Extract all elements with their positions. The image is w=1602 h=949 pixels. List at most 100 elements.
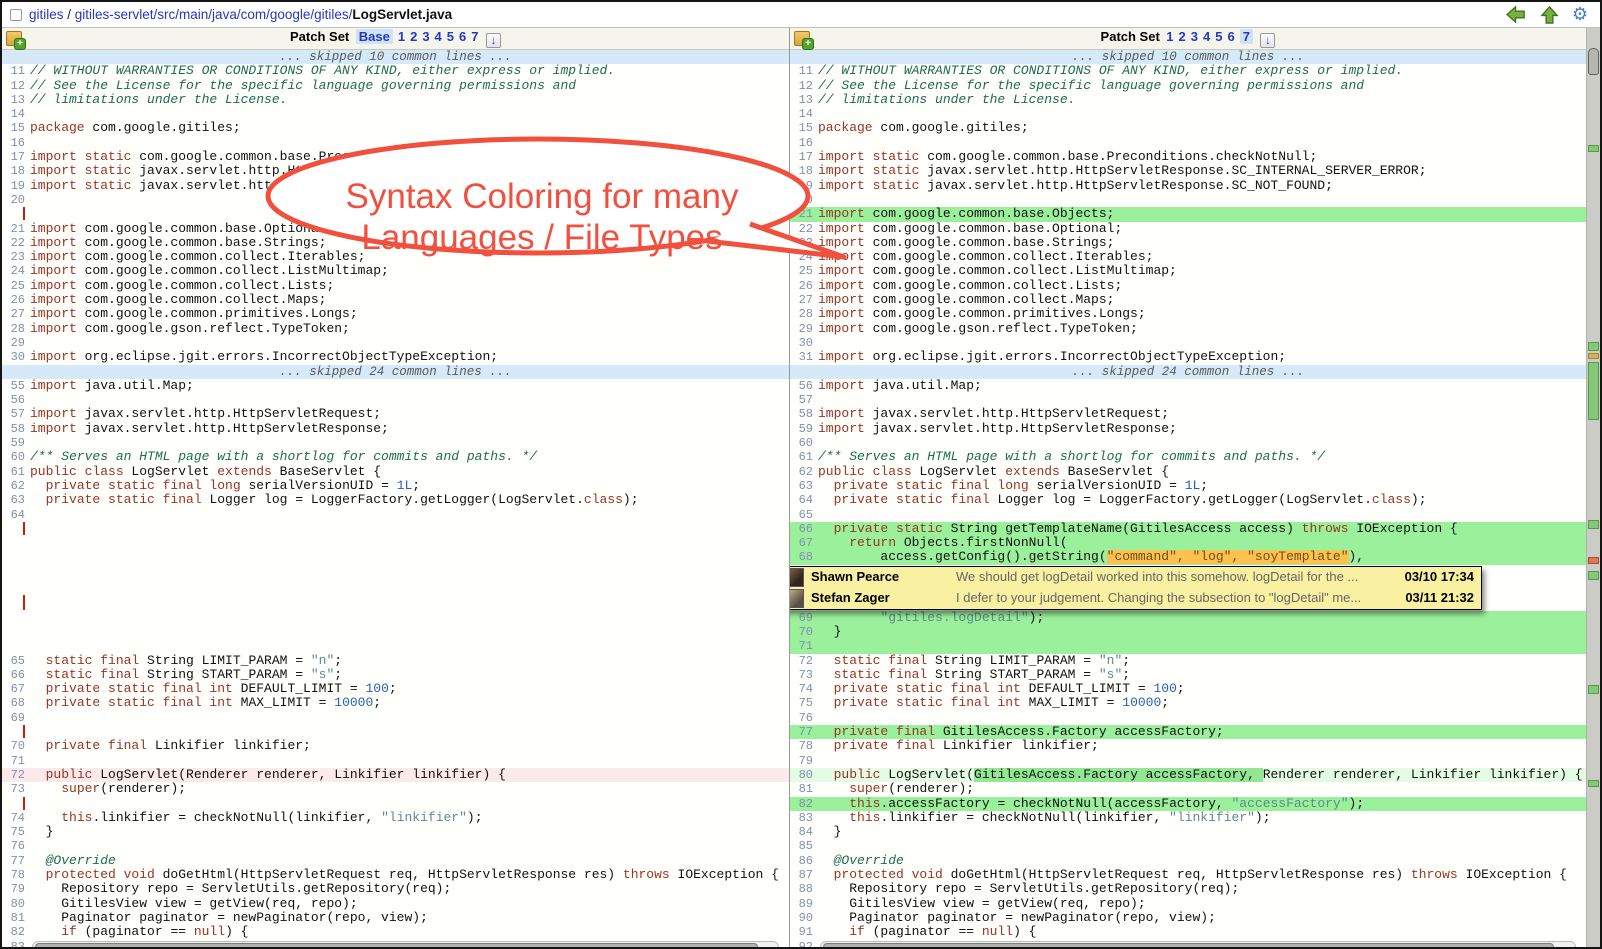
line-number[interactable]: 74	[790, 682, 818, 696]
line-number[interactable]: 72	[2, 768, 30, 782]
patchset-option-6[interactable]: 6	[1227, 29, 1234, 44]
line-number[interactable]: 18	[790, 164, 818, 178]
line-number[interactable]: 27	[790, 293, 818, 307]
line-number[interactable]: 58	[790, 407, 818, 421]
line-number[interactable]: 60	[790, 436, 818, 450]
line-number[interactable]: 14	[790, 107, 818, 121]
line-number[interactable]: 78	[2, 868, 30, 882]
line-number[interactable]: 80	[790, 768, 818, 782]
patchset-option-4[interactable]: 4	[1203, 29, 1210, 44]
line-number[interactable]: 77	[790, 725, 818, 739]
line-number[interactable]: 16	[2, 136, 30, 150]
patchset-option-4[interactable]: 4	[435, 29, 442, 44]
line-number[interactable]: 58	[2, 422, 30, 436]
line-number[interactable]: 21	[2, 222, 30, 236]
line-number[interactable]: 11	[790, 64, 818, 78]
download-patch-icon[interactable]	[1260, 33, 1275, 48]
comment-row[interactable]: Stefan ZagerI defer to your judgement. C…	[790, 588, 1481, 609]
line-number[interactable]: 64	[2, 508, 30, 522]
line-number[interactable]: 11	[2, 64, 30, 78]
line-number[interactable]: 24	[2, 264, 30, 278]
horizontal-scrollbar[interactable]	[32, 941, 779, 949]
line-number[interactable]: 65	[790, 508, 818, 522]
line-number[interactable]: 70	[2, 739, 30, 753]
line-number[interactable]: 60	[2, 450, 30, 464]
line-number[interactable]: 81	[2, 911, 30, 925]
line-number[interactable]: 23	[790, 236, 818, 250]
download-patch-icon[interactable]	[486, 33, 501, 48]
skipped-lines-row[interactable]: ... skipped 24 common lines ...	[790, 365, 1586, 379]
line-number[interactable]: 17	[2, 150, 30, 164]
line-number[interactable]: 76	[790, 711, 818, 725]
skipped-lines-row[interactable]: ... skipped 10 common lines ...	[790, 50, 1586, 64]
line-number[interactable]: 16	[790, 136, 818, 150]
line-number[interactable]: 12	[2, 79, 30, 93]
line-number[interactable]: 68	[790, 550, 818, 564]
line-number[interactable]: 26	[2, 293, 30, 307]
line-number[interactable]: 82	[2, 925, 30, 939]
settings-gear-icon[interactable]: ⚙	[1572, 4, 1588, 25]
line-number[interactable]: 62	[2, 479, 30, 493]
line-number[interactable]: 88	[790, 882, 818, 896]
breadcrumb-project-link[interactable]: gitiles	[29, 7, 64, 22]
patchset-option-2[interactable]: 2	[1179, 29, 1186, 44]
line-number[interactable]: 25	[790, 264, 818, 278]
line-number[interactable]: 71	[790, 639, 818, 653]
line-number[interactable]: 76	[2, 839, 30, 853]
line-number[interactable]: 66	[2, 668, 30, 682]
line-number[interactable]: 75	[2, 825, 30, 839]
line-number[interactable]: 20	[790, 193, 818, 207]
line-number[interactable]: 17	[790, 150, 818, 164]
line-number[interactable]: 79	[790, 754, 818, 768]
line-number[interactable]: 55	[2, 379, 30, 393]
line-number[interactable]: 28	[790, 307, 818, 321]
line-number[interactable]: 73	[790, 668, 818, 682]
line-number[interactable]: 83	[790, 811, 818, 825]
skipped-lines-row[interactable]: ... skipped 24 common lines ...	[2, 365, 789, 379]
line-number[interactable]: 86	[790, 854, 818, 868]
patchset-option-7[interactable]: 7	[471, 29, 478, 44]
line-number[interactable]: 72	[790, 654, 818, 668]
line-number[interactable]: 15	[2, 121, 30, 135]
line-number[interactable]: 21	[790, 207, 818, 221]
patchset-option-7[interactable]: 7	[1240, 29, 1253, 44]
horizontal-scrollbar-thumb[interactable]	[35, 943, 758, 949]
line-number[interactable]: 25	[2, 279, 30, 293]
patchset-option-5[interactable]: 5	[1215, 29, 1222, 44]
line-number[interactable]: 62	[790, 465, 818, 479]
line-number[interactable]: 65	[2, 654, 30, 668]
up-to-change-arrow-icon[interactable]	[1539, 4, 1560, 25]
line-number[interactable]: 15	[790, 121, 818, 135]
breadcrumb-path-link[interactable]: gitiles-servlet/src/main/java/com/google…	[75, 7, 353, 22]
line-number[interactable]: 73	[2, 782, 30, 796]
line-number[interactable]: 67	[790, 536, 818, 550]
line-number[interactable]: 68	[2, 696, 30, 710]
line-number[interactable]: 31	[790, 350, 818, 364]
line-number[interactable]: 56	[2, 393, 30, 407]
line-number[interactable]: 18	[2, 164, 30, 178]
line-number[interactable]: 56	[790, 379, 818, 393]
line-number[interactable]: 29	[790, 322, 818, 336]
line-number[interactable]: 69	[790, 611, 818, 625]
line-number[interactable]: 83	[2, 940, 30, 949]
line-number[interactable]: 79	[2, 882, 30, 896]
comment-row[interactable]: Shawn PearceWe should get logDetail work…	[790, 567, 1481, 588]
patchset-option-6[interactable]: 6	[459, 29, 466, 44]
line-number[interactable]: 26	[790, 279, 818, 293]
overview-scrollbar-thumb[interactable]	[1588, 48, 1599, 75]
file-reviewed-checkbox[interactable]	[10, 9, 22, 21]
line-number[interactable]: 63	[790, 479, 818, 493]
line-number[interactable]: 67	[2, 682, 30, 696]
patchset-option-base[interactable]: Base	[356, 29, 393, 44]
line-number[interactable]: 66	[790, 522, 818, 536]
line-number[interactable]: 85	[790, 839, 818, 853]
line-number[interactable]: 13	[2, 93, 30, 107]
line-number[interactable]: 74	[2, 811, 30, 825]
line-number[interactable]: 84	[790, 825, 818, 839]
line-number[interactable]: 19	[2, 179, 30, 193]
line-number[interactable]: 27	[2, 307, 30, 321]
line-number[interactable]: 22	[2, 236, 30, 250]
line-number[interactable]: 61	[2, 465, 30, 479]
line-number[interactable]: 78	[790, 739, 818, 753]
line-number[interactable]: 57	[2, 407, 30, 421]
